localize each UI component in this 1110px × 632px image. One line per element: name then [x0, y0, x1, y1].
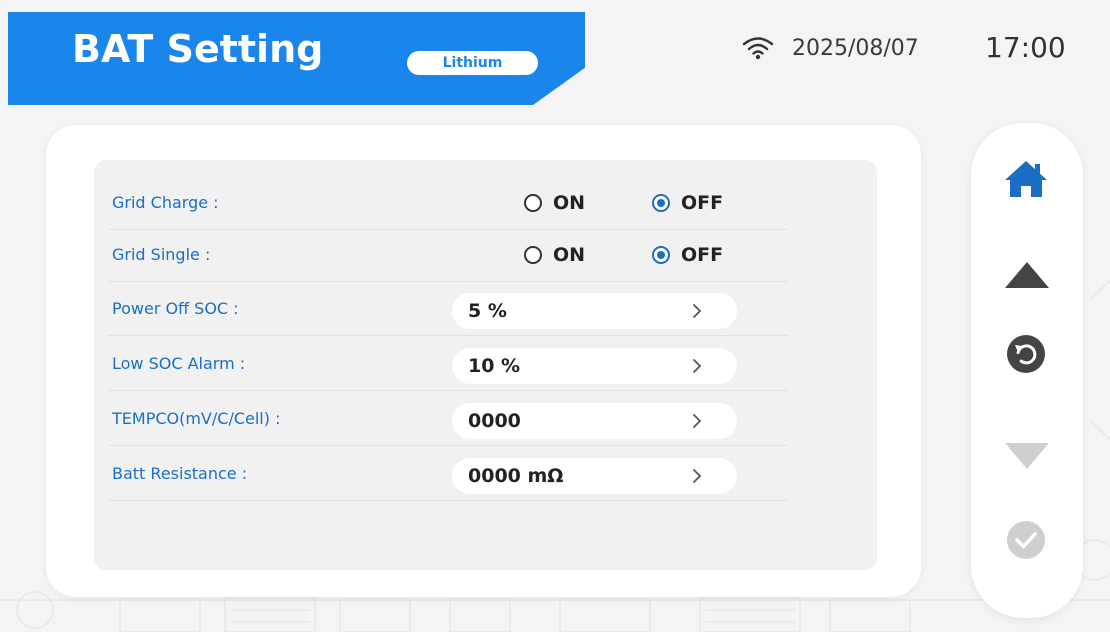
grid-single-on-radio[interactable]: ON	[524, 242, 585, 268]
chevron-right-icon	[693, 469, 702, 483]
side-navigation	[971, 123, 1083, 618]
time-display: 17:00	[985, 31, 1066, 64]
grid-charge-off-radio[interactable]: OFF	[652, 190, 723, 216]
chevron-right-icon	[693, 359, 702, 373]
radio-unchecked-icon	[524, 246, 542, 264]
low-soc-alarm-field[interactable]: 10 %	[452, 348, 737, 384]
setting-row-tempco: TEMPCO(mV/C/Cell) : 0000	[108, 393, 788, 446]
wifi-icon	[742, 37, 774, 60]
chevron-right-icon	[693, 304, 702, 318]
batt-resistance-field[interactable]: 0000 mΩ	[452, 458, 737, 494]
confirm-icon	[1007, 521, 1045, 559]
page-title: BAT Setting	[72, 27, 324, 71]
home-icon	[1005, 161, 1047, 197]
back-button[interactable]	[1005, 333, 1047, 375]
tempco-field[interactable]: 0000	[452, 403, 737, 439]
scroll-up-button[interactable]	[1003, 260, 1051, 290]
date-display: 2025/08/07	[792, 36, 919, 61]
tempco-label: TEMPCO(mV/C/Cell) :	[112, 409, 281, 428]
radio-checked-icon	[652, 246, 670, 264]
chevron-right-icon	[693, 414, 702, 428]
home-button[interactable]	[1003, 159, 1049, 199]
settings-panel: Grid Charge : ON OFF Grid Single : ON OF…	[46, 125, 921, 597]
low-soc-alarm-value: 10 %	[468, 355, 521, 377]
setting-row-batt-resistance: Batt Resistance : 0000 mΩ	[108, 448, 788, 501]
arrow-down-icon	[1005, 443, 1049, 469]
radio-checked-icon	[652, 194, 670, 212]
power-off-soc-label: Power Off SOC :	[112, 299, 239, 318]
arrow-up-icon	[1005, 262, 1049, 288]
setting-row-power-off-soc: Power Off SOC : 5 %	[108, 283, 788, 336]
setting-row-grid-charge: Grid Charge : ON OFF	[108, 177, 788, 230]
grid-charge-label: Grid Charge :	[112, 193, 219, 212]
batt-resistance-label: Batt Resistance :	[112, 464, 248, 483]
setting-row-low-soc-alarm: Low SOC Alarm : 10 %	[108, 338, 788, 391]
battery-type-badge: Lithium	[407, 51, 538, 75]
radio-unchecked-icon	[524, 194, 542, 212]
confirm-button[interactable]	[1005, 519, 1047, 561]
power-off-soc-field[interactable]: 5 %	[452, 293, 737, 329]
setting-row-grid-single: Grid Single : ON OFF	[108, 229, 788, 282]
scroll-down-button[interactable]	[1003, 441, 1051, 471]
grid-charge-on-radio[interactable]: ON	[524, 190, 585, 216]
low-soc-alarm-label: Low SOC Alarm :	[112, 354, 246, 373]
tempco-value: 0000	[468, 410, 521, 432]
batt-resistance-value: 0000 mΩ	[468, 465, 564, 487]
grid-single-off-radio[interactable]: OFF	[652, 242, 723, 268]
back-icon	[1007, 335, 1045, 373]
grid-single-label: Grid Single :	[112, 245, 211, 264]
power-off-soc-value: 5 %	[468, 300, 507, 322]
